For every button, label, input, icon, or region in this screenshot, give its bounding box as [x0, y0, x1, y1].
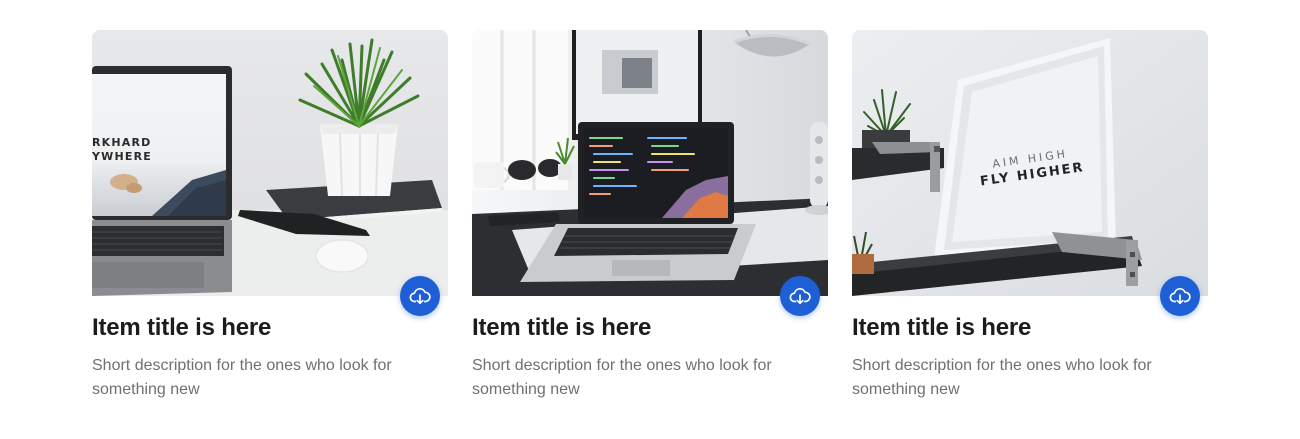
cloud-download-icon — [409, 287, 431, 305]
item-title[interactable]: Item title is here — [852, 312, 1208, 344]
download-button[interactable] — [780, 276, 820, 316]
item-card[interactable]: RKHARD YWHERE Item title is here Short d… — [92, 30, 448, 402]
card-grid: RKHARD YWHERE Item title is here Short d… — [92, 30, 1208, 402]
download-button[interactable] — [400, 276, 440, 316]
cloud-download-icon — [789, 287, 811, 305]
item-title[interactable]: Item title is here — [472, 312, 828, 344]
framed-poster-shelf-photo: AIM HIGH FLY HIGHER — [852, 30, 1208, 296]
laptop-plant-photo: RKHARD YWHERE — [92, 30, 448, 296]
laptop-code-desk-photo — [472, 30, 828, 296]
item-card[interactable]: Item title is here Short description for… — [472, 30, 828, 402]
card-image[interactable] — [472, 30, 828, 296]
screen-text-2: YWHERE — [92, 150, 152, 163]
item-description: Short description for the ones who look … — [852, 357, 1152, 398]
item-description: Short description for the ones who look … — [472, 357, 772, 398]
card-image[interactable]: AIM HIGH FLY HIGHER — [852, 30, 1208, 296]
item-title[interactable]: Item title is here — [92, 312, 448, 344]
download-button[interactable] — [1160, 276, 1200, 316]
item-description: Short description for the ones who look … — [92, 357, 392, 398]
item-card[interactable]: AIM HIGH FLY HIGHER Item title is here S… — [852, 30, 1208, 402]
screen-text-1: RKHARD — [92, 136, 152, 149]
cloud-download-icon — [1169, 287, 1191, 305]
card-image[interactable]: RKHARD YWHERE — [92, 30, 448, 296]
